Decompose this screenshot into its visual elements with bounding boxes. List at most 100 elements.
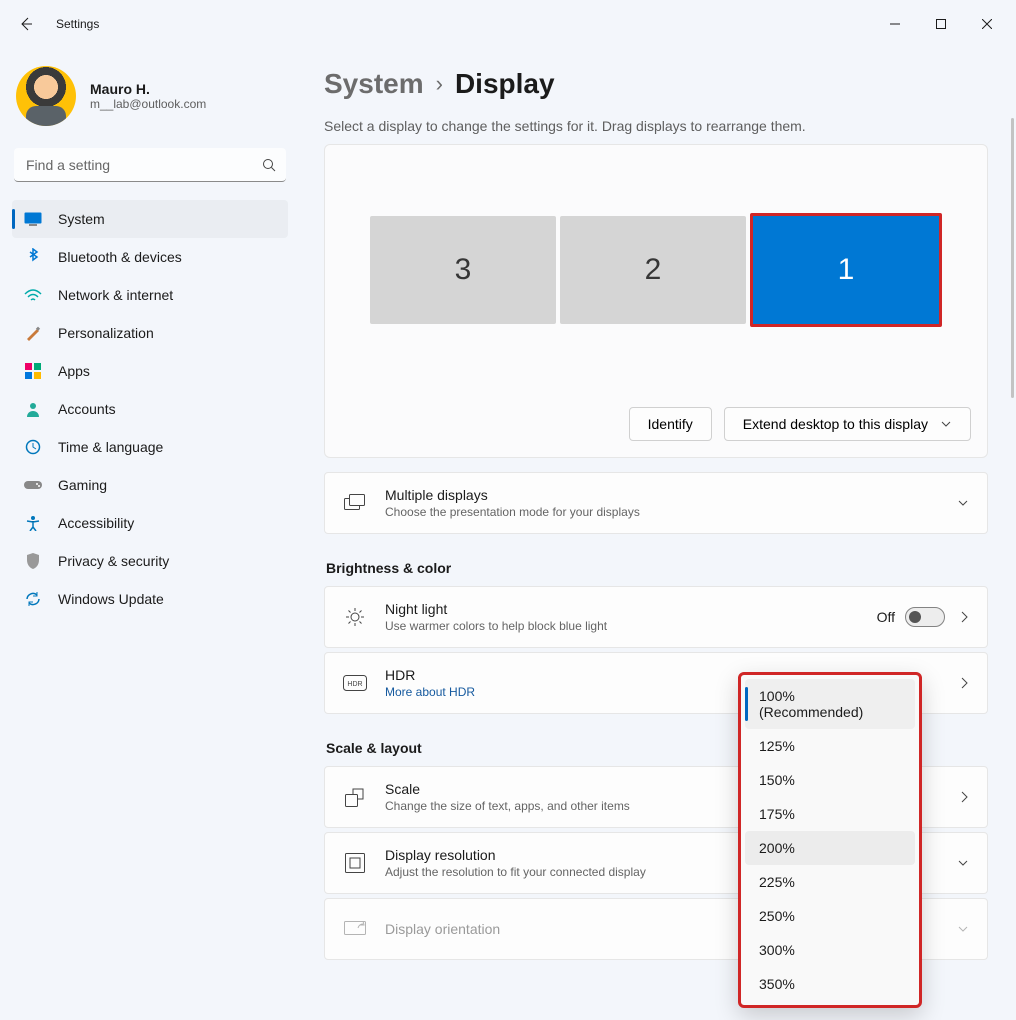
- chevron-right-icon: [959, 676, 969, 690]
- close-icon: [982, 19, 992, 29]
- minimize-button[interactable]: [872, 8, 918, 40]
- scale-option-200[interactable]: 200%: [745, 831, 915, 865]
- scale-option-300[interactable]: 300%: [745, 933, 915, 967]
- sidebar-item-label: Accounts: [58, 401, 116, 417]
- sidebar-item-label: Privacy & security: [58, 553, 169, 569]
- sidebar: Mauro H. m__lab@outlook.com System Bluet…: [0, 48, 300, 1020]
- window-title: Settings: [56, 17, 99, 31]
- section-brightness: Brightness & color: [326, 560, 988, 576]
- card-subtitle: Choose the presentation mode for your di…: [385, 505, 939, 519]
- close-button[interactable]: [964, 8, 1010, 40]
- card-title: Multiple displays: [385, 487, 939, 503]
- scrollbar-thumb[interactable]: [1011, 118, 1014, 398]
- back-arrow-icon: [18, 16, 34, 32]
- sidebar-item-system[interactable]: System: [12, 200, 288, 238]
- card-night-light[interactable]: Night light Use warmer colors to help bl…: [324, 586, 988, 648]
- sidebar-item-personalization[interactable]: Personalization: [12, 314, 288, 352]
- nav-list: System Bluetooth & devices Network & int…: [12, 200, 288, 618]
- minimize-icon: [890, 19, 900, 29]
- search-wrap: [14, 148, 286, 182]
- sidebar-item-label: Time & language: [58, 439, 163, 455]
- titlebar: Settings: [0, 0, 1016, 48]
- chevron-right-icon: [959, 790, 969, 804]
- privacy-icon: [24, 552, 42, 570]
- sidebar-item-accessibility[interactable]: Accessibility: [12, 504, 288, 542]
- window-controls: [872, 8, 1010, 40]
- hdr-icon: HDR: [343, 675, 367, 691]
- resolution-icon: [343, 853, 367, 873]
- bluetooth-icon: [24, 248, 42, 266]
- identify-button[interactable]: Identify: [629, 407, 712, 441]
- sidebar-item-gaming[interactable]: Gaming: [12, 466, 288, 504]
- sidebar-item-time[interactable]: Time & language: [12, 428, 288, 466]
- sidebar-item-label: Accessibility: [58, 515, 134, 531]
- sidebar-item-label: Gaming: [58, 477, 107, 493]
- time-icon: [24, 438, 42, 456]
- card-subtitle: Use warmer colors to help block blue lig…: [385, 619, 859, 633]
- accessibility-icon: [24, 514, 42, 532]
- night-light-icon: [343, 607, 367, 627]
- toggle-state: Off: [877, 609, 895, 625]
- apps-icon: [24, 362, 42, 380]
- search-input[interactable]: [14, 148, 286, 182]
- personalization-icon: [24, 324, 42, 342]
- multiple-displays-icon: [343, 494, 367, 512]
- sidebar-item-label: Apps: [58, 363, 90, 379]
- scale-icon: [343, 787, 367, 807]
- breadcrumb-parent[interactable]: System: [324, 68, 424, 100]
- scale-option-225[interactable]: 225%: [745, 865, 915, 899]
- chevron-down-icon: [957, 497, 969, 509]
- sidebar-item-label: Personalization: [58, 325, 154, 341]
- sidebar-item-label: Bluetooth & devices: [58, 249, 182, 265]
- scale-option-250[interactable]: 250%: [745, 899, 915, 933]
- chevron-down-icon: [940, 418, 952, 430]
- card-title: Night light: [385, 601, 859, 617]
- sidebar-item-privacy[interactable]: Privacy & security: [12, 542, 288, 580]
- extend-dropdown[interactable]: Extend desktop to this display: [724, 407, 971, 441]
- orientation-icon: [343, 921, 367, 937]
- scale-dropdown-menu: 100% (Recommended) 125% 150% 175% 200% 2…: [738, 672, 922, 1008]
- accounts-icon: [24, 400, 42, 418]
- svg-text:HDR: HDR: [347, 681, 362, 688]
- back-button[interactable]: [6, 4, 46, 44]
- sidebar-item-label: Windows Update: [58, 591, 164, 607]
- profile-block[interactable]: Mauro H. m__lab@outlook.com: [12, 60, 288, 142]
- chevron-down-icon: [957, 857, 969, 869]
- chevron-right-icon: ›: [436, 71, 443, 97]
- extend-dropdown-label: Extend desktop to this display: [743, 416, 928, 432]
- night-light-toggle-wrap: Off: [877, 607, 945, 627]
- card-multiple-displays[interactable]: Multiple displays Choose the presentatio…: [324, 472, 988, 534]
- monitor-2[interactable]: 2: [560, 216, 746, 324]
- avatar: [16, 66, 76, 126]
- update-icon: [24, 590, 42, 608]
- scale-option-175[interactable]: 175%: [745, 797, 915, 831]
- network-icon: [24, 286, 42, 304]
- scale-option-150[interactable]: 150%: [745, 763, 915, 797]
- scale-option-125[interactable]: 125%: [745, 729, 915, 763]
- sidebar-item-bluetooth[interactable]: Bluetooth & devices: [12, 238, 288, 276]
- profile-name: Mauro H.: [90, 81, 206, 97]
- monitor-3[interactable]: 3: [370, 216, 556, 324]
- breadcrumb: System › Display: [324, 68, 988, 100]
- sidebar-item-update[interactable]: Windows Update: [12, 580, 288, 618]
- page-subtitle: Select a display to change the settings …: [324, 118, 988, 134]
- system-icon: [24, 210, 42, 228]
- chevron-right-icon: [959, 610, 969, 624]
- monitor-canvas[interactable]: 3 2 1: [325, 145, 987, 395]
- sidebar-item-label: Network & internet: [58, 287, 173, 303]
- sidebar-item-network[interactable]: Network & internet: [12, 276, 288, 314]
- page-title: Display: [455, 68, 555, 100]
- maximize-icon: [936, 19, 946, 29]
- display-arranger: 3 2 1 Identify Extend desktop to this di…: [324, 144, 988, 458]
- scale-option-100[interactable]: 100% (Recommended): [745, 679, 915, 729]
- main-content: System › Display Select a display to cha…: [300, 48, 1016, 1020]
- sidebar-item-accounts[interactable]: Accounts: [12, 390, 288, 428]
- chevron-down-icon: [957, 923, 969, 935]
- maximize-button[interactable]: [918, 8, 964, 40]
- arranger-actions: Identify Extend desktop to this display: [325, 395, 987, 457]
- night-light-toggle[interactable]: [905, 607, 945, 627]
- sidebar-item-apps[interactable]: Apps: [12, 352, 288, 390]
- profile-email: m__lab@outlook.com: [90, 97, 206, 111]
- monitor-1-selected[interactable]: 1: [750, 213, 942, 327]
- scale-option-350[interactable]: 350%: [745, 967, 915, 1001]
